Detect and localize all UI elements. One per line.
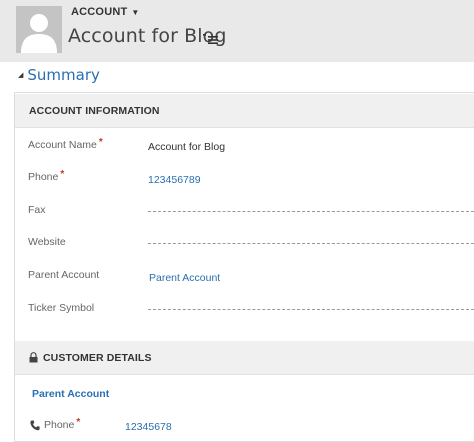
required-asterisk: * <box>98 137 103 148</box>
customer-phone-label-text: Phone <box>44 419 75 431</box>
customer-parent-account-link[interactable]: Parent Account <box>32 388 109 400</box>
account-name-field[interactable]: Account for Blog <box>148 141 225 153</box>
parent-account-label: Parent Account <box>28 269 100 281</box>
phone-label-text: Phone <box>28 171 59 183</box>
entity-type-dropdown[interactable]: ACCOUNT ▼ <box>71 6 140 18</box>
account-name-label: Account Name * <box>28 137 103 151</box>
section-title: ACCOUNT INFORMATION <box>29 104 160 117</box>
summary-tab-label: Summary <box>27 66 100 84</box>
website-label: Website <box>28 236 66 248</box>
section-title: CUSTOMER DETAILS <box>43 351 152 364</box>
collapse-triangle-icon: ◢ <box>18 72 24 79</box>
phone-icon <box>30 420 40 431</box>
customer-details-section-header[interactable]: CUSTOMER DETAILS <box>15 341 474 375</box>
phone-field[interactable]: 123456789 <box>148 174 201 186</box>
fax-field[interactable] <box>148 211 474 212</box>
required-asterisk: * <box>60 169 65 180</box>
website-field[interactable] <box>148 243 474 244</box>
person-silhouette-icon <box>16 6 62 53</box>
customer-phone-field[interactable]: 12345678 <box>125 421 172 433</box>
ticker-symbol-field[interactable] <box>148 309 474 310</box>
customer-phone-label: Phone * <box>30 417 81 431</box>
list-menu-icon[interactable] <box>203 33 219 45</box>
lock-icon <box>29 352 38 363</box>
fax-label: Fax <box>28 204 46 216</box>
ticker-symbol-label: Ticker Symbol <box>28 302 95 314</box>
account-information-section-header[interactable]: ACCOUNT INFORMATION <box>15 94 474 128</box>
parent-account-field[interactable]: Parent Account <box>149 272 220 284</box>
phone-label: Phone * <box>28 169 65 183</box>
account-name-label-text: Account Name <box>28 139 97 151</box>
entity-type-label: ACCOUNT <box>71 6 128 18</box>
avatar[interactable] <box>16 6 62 53</box>
summary-tab-body: ACCOUNT INFORMATION Account Name * Accoun… <box>14 92 474 442</box>
required-asterisk: * <box>76 417 81 428</box>
summary-tab-toggle[interactable]: ◢ Summary <box>18 66 100 84</box>
caret-down-icon: ▼ <box>131 7 140 17</box>
record-header: ACCOUNT ▼ Account for Blog <box>0 0 474 62</box>
